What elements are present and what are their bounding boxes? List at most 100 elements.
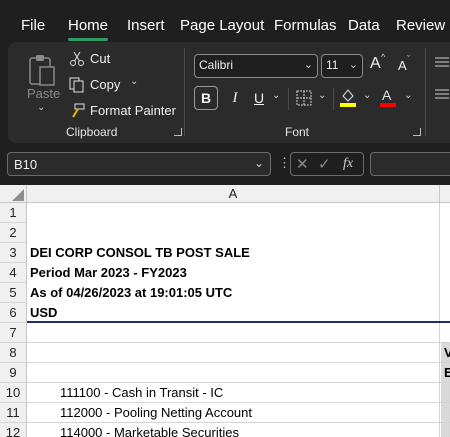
table-row: 9E (0, 363, 450, 383)
chevron-down-icon: ⌄ (348, 59, 358, 71)
shrink-font-button[interactable]: A (398, 58, 407, 73)
borders-dropdown-icon[interactable]: ⌄ (318, 90, 326, 101)
cell-b4[interactable] (441, 263, 450, 283)
font-name-combo[interactable]: Calibri ⌄ (194, 54, 318, 78)
cell-a4[interactable]: Period Mar 2023 - FY2023 (27, 263, 440, 283)
ribbon-home: Paste ⌄ Cut Copy ⌄ Format Painter Clipbo… (8, 42, 450, 143)
italic-button[interactable]: I (224, 86, 246, 110)
formula-buttons: ✕ ✓ fx (290, 152, 364, 176)
insert-function-button[interactable]: fx (343, 156, 353, 172)
group-divider (184, 48, 185, 136)
cell-a2[interactable] (27, 223, 440, 243)
menu-data[interactable]: Data (348, 17, 380, 34)
name-box-value: B10 (14, 157, 38, 172)
cell-b9[interactable]: E (441, 363, 450, 383)
cell-a5[interactable]: As of 04/26/2023 at 19:01:05 UTC (27, 283, 440, 303)
cancel-icon[interactable]: ✕ (296, 155, 309, 173)
row-header[interactable]: 10 (0, 383, 27, 403)
sheet-grid: 1 2 3 DEI CORP CONSOL TB POST SALE 4 Period M… (0, 203, 450, 437)
cell-a7[interactable] (27, 323, 440, 343)
menu-page-layout[interactable]: Page Layout (180, 17, 264, 34)
font-color-dropdown-icon[interactable]: ⌄ (404, 90, 412, 101)
chevron-down-icon: ⌄ (253, 156, 264, 170)
row-header[interactable]: 9 (0, 363, 27, 383)
cell-a8[interactable] (27, 343, 440, 363)
menu-formulas[interactable]: Formulas (274, 17, 337, 34)
excel-window: File Home Insert Page Layout Formulas Da… (0, 0, 450, 437)
column-header-a[interactable]: A (27, 185, 440, 203)
divider (333, 88, 334, 110)
grid-line (27, 382, 450, 383)
row-header[interactable]: 4 (0, 263, 27, 283)
cell-a10[interactable]: 111100 - Cash in Transit - IC (27, 383, 440, 403)
cell-b11[interactable] (441, 403, 450, 423)
row-header[interactable]: 2 (0, 223, 27, 243)
table-row: 4 Period Mar 2023 - FY2023 (0, 263, 450, 283)
cell-b5[interactable] (441, 283, 450, 303)
cell-b7[interactable] (441, 323, 450, 343)
cell-a12[interactable]: 114000 - Marketable Securities (27, 423, 440, 437)
clipboard-group-label: Clipboard (66, 125, 118, 139)
formula-input[interactable] (370, 152, 450, 176)
row-header[interactable]: 7 (0, 323, 27, 343)
font-launcher-icon[interactable] (413, 128, 421, 136)
format-painter-icon[interactable] (68, 102, 86, 120)
divider (288, 88, 289, 110)
row-header[interactable]: 5 (0, 283, 27, 303)
select-all-button[interactable] (0, 185, 27, 203)
row-header[interactable]: 11 (0, 403, 27, 423)
fill-color-icon[interactable] (338, 86, 358, 108)
clipboard-launcher-icon[interactable] (174, 128, 182, 136)
menu-file[interactable]: File (21, 17, 45, 34)
cell-a9[interactable] (27, 363, 440, 383)
fill-color-dropdown-icon[interactable]: ⌄ (363, 90, 371, 101)
bold-button[interactable]: B (194, 86, 218, 110)
table-row: 8V (0, 343, 450, 363)
cut-button[interactable]: Cut (90, 51, 110, 66)
table-row: 1 (0, 203, 450, 223)
scissors-icon[interactable] (68, 50, 86, 68)
menu-bar: File Home Insert Page Layout Formulas Da… (0, 0, 450, 42)
grow-font-button[interactable]: A (370, 55, 381, 73)
borders-icon[interactable] (294, 88, 314, 108)
cell-b3[interactable] (441, 243, 450, 263)
font-group-label: Font (285, 125, 310, 139)
paste-label: Paste (27, 86, 61, 101)
paste-dropdown-icon[interactable]: ⌄ (37, 102, 45, 113)
font-color-icon[interactable]: A (378, 86, 398, 108)
menu-review[interactable]: Review (396, 17, 445, 34)
name-box[interactable]: B10 ⌄ (7, 152, 271, 176)
font-name-value: Calibri (199, 58, 234, 72)
cell-b10[interactable] (441, 383, 450, 403)
cell-b1[interactable] (441, 203, 450, 223)
menu-insert[interactable]: Insert (127, 17, 165, 34)
menu-home[interactable]: Home (68, 17, 109, 41)
copy-icon[interactable] (68, 76, 86, 94)
grid-line (27, 422, 450, 423)
copy-button[interactable]: Copy (90, 77, 120, 92)
align-icon[interactable] (434, 54, 450, 70)
underline-dropdown-icon[interactable]: ⌄ (272, 90, 280, 101)
chevron-down-icon: ⌄ (303, 59, 313, 71)
align-icon[interactable] (434, 86, 450, 102)
row-header[interactable]: 8 (0, 343, 27, 363)
row-header[interactable]: 1 (0, 203, 27, 223)
copy-dropdown-icon[interactable]: ⌄ (130, 76, 138, 87)
formula-bar: B10 ⌄ ⋮ ✕ ✓ fx (0, 143, 450, 185)
font-size-combo[interactable]: 11 ⌄ (321, 54, 363, 78)
cell-a11[interactable]: 112000 - Pooling Netting Account (27, 403, 440, 423)
cell-a1[interactable] (27, 203, 440, 223)
underline-button[interactable]: U (250, 86, 268, 110)
row-header[interactable]: 6 (0, 303, 27, 323)
table-row: 12 114000 - Marketable Securities (0, 423, 450, 437)
format-painter-button[interactable]: Format Painter (90, 103, 176, 118)
cell-a3[interactable]: DEI CORP CONSOL TB POST SALE (27, 243, 440, 263)
row-header[interactable]: 12 (0, 423, 27, 437)
row-header[interactable]: 3 (0, 243, 27, 263)
cell-b12[interactable] (441, 423, 450, 437)
cell-b8[interactable]: V (441, 343, 450, 363)
cell-b6[interactable] (441, 303, 450, 323)
cell-a6[interactable]: USD (27, 303, 440, 323)
enter-icon[interactable]: ✓ (318, 155, 331, 173)
cell-b2[interactable] (441, 223, 450, 243)
